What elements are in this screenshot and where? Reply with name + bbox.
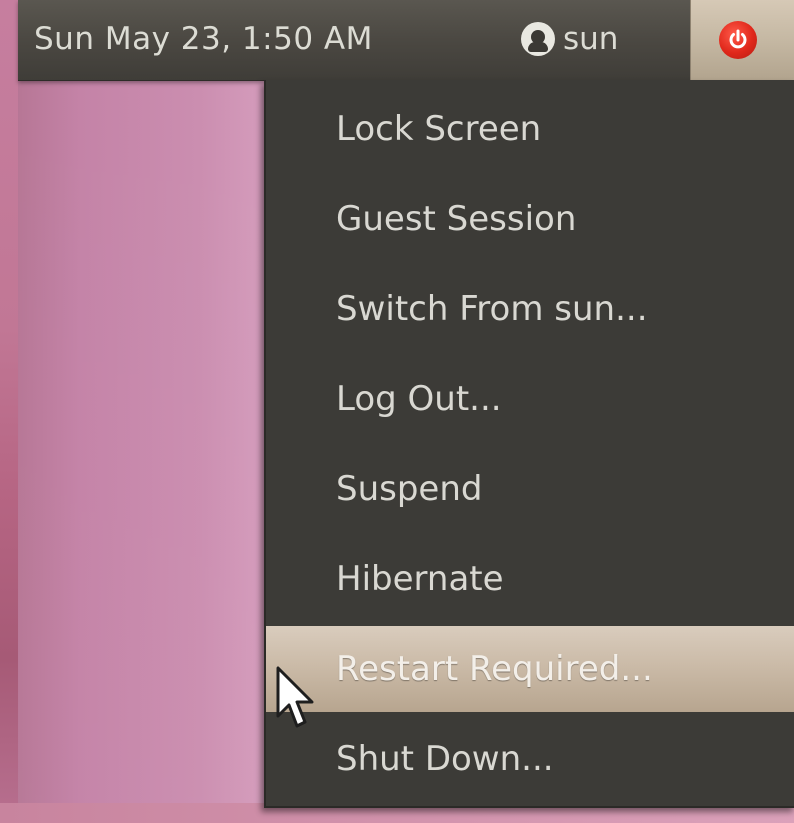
session-menu: Lock Screen Guest Session Switch From su… — [264, 80, 794, 808]
clock-indicator[interactable]: Sun May 23, 1:50 AM — [34, 14, 373, 64]
menu-item-guest-session[interactable]: Guest Session — [266, 176, 794, 262]
user-indicator[interactable]: sun — [521, 14, 618, 64]
menu-item-suspend[interactable]: Suspend — [266, 446, 794, 532]
menu-item-hibernate[interactable]: Hibernate — [266, 536, 794, 622]
menu-item-switch-user[interactable]: Switch From sun... — [266, 266, 794, 352]
power-menu-button[interactable] — [690, 0, 794, 80]
mouse-cursor-icon — [276, 666, 314, 728]
menu-item-log-out[interactable]: Log Out... — [266, 356, 794, 442]
user-icon — [521, 22, 555, 56]
menu-item-restart-required[interactable]: Restart Required... — [266, 626, 794, 712]
menu-item-shut-down[interactable]: Shut Down... — [266, 716, 794, 802]
top-panel: Sun May 23, 1:50 AM sun — [18, 0, 794, 81]
power-icon — [719, 21, 757, 59]
user-name-label: sun — [563, 21, 619, 57]
menu-item-lock-screen[interactable]: Lock Screen — [266, 86, 794, 172]
desktop-left-edge — [0, 0, 18, 823]
